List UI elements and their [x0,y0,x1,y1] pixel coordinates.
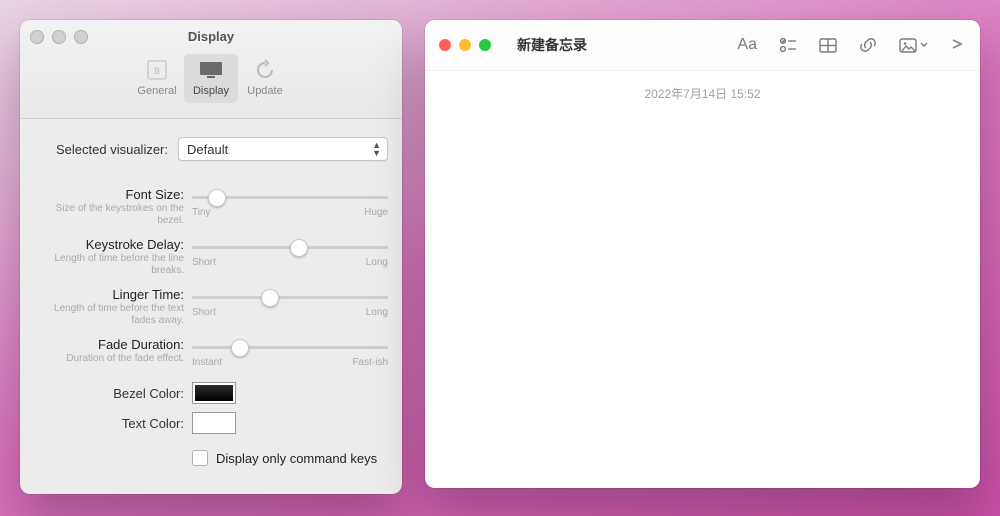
command-keys-label: Display only command keys [216,451,377,466]
text-color-label: Text Color: [34,416,192,431]
update-icon [250,58,280,82]
tab-general[interactable]: B General [130,54,184,103]
visualizer-value: Default [187,142,228,157]
table-icon[interactable] [819,38,837,53]
slider-min: Tiny [192,207,211,218]
slider-icon: B [142,58,172,82]
font-size-slider[interactable] [192,189,388,205]
notes-window: 新建备忘录 Aa 2022年7月14日 15:52 [425,20,980,488]
zoom-icon[interactable] [479,39,491,51]
more-icon[interactable] [948,35,966,58]
prefs-titlebar: Display B General Display Update [20,20,402,119]
checklist-icon[interactable] [779,37,797,53]
note-title: 新建备忘录 [517,35,587,55]
slider-max: Huge [364,207,388,218]
fade-duration-label: Fade Duration: [34,337,184,352]
notes-toolbar: 新建备忘录 Aa [425,20,980,71]
prefs-toolbar: B General Display Update [20,54,402,103]
window-title: Display [20,29,402,44]
note-body[interactable]: 2022年7月14日 15:52 [425,71,980,116]
slider-max: Long [366,257,388,268]
minimize-icon[interactable] [459,39,471,51]
chevron-updown-icon: ▲▼ [372,141,381,157]
tab-display[interactable]: Display [184,54,238,103]
slider-min: Instant [192,357,222,368]
tab-label: Update [247,85,282,97]
slider-min: Short [192,257,216,268]
close-icon[interactable] [439,39,451,51]
font-size-hint: Size of the keystrokes on the bezel. [34,203,184,227]
traffic-lights [439,39,491,51]
linger-time-label: Linger Time: [34,287,184,302]
tab-label: General [137,85,176,97]
tab-label: Display [193,85,229,97]
linger-time-slider[interactable] [192,289,388,305]
prefs-body: Selected visualizer: Default ▲▼ Font Siz… [20,119,402,480]
visualizer-select[interactable]: Default ▲▼ [178,137,388,161]
link-icon[interactable] [859,37,877,53]
display-icon [196,58,226,82]
note-timestamp: 2022年7月14日 15:52 [439,85,966,102]
bezel-color-label: Bezel Color: [34,386,192,401]
chevron-down-icon [920,42,928,48]
keystroke-delay-label: Keystroke Delay: [34,237,184,252]
svg-text:B: B [154,66,160,76]
fade-duration-slider[interactable] [192,339,388,355]
font-size-label: Font Size: [34,187,184,202]
keystroke-delay-hint: Length of time before the line breaks. [34,253,184,277]
visualizer-label: Selected visualizer: [34,142,168,157]
linger-time-hint: Length of time before the text fades awa… [34,303,184,327]
format-icon[interactable]: Aa [737,36,757,54]
fade-duration-hint: Duration of the fade effect. [34,353,184,365]
text-color-swatch[interactable] [192,412,236,434]
display-preferences-window: Display B General Display Update [20,20,402,494]
slider-max: Long [366,307,388,318]
bezel-color-swatch[interactable] [192,382,236,404]
keystroke-delay-slider[interactable] [192,239,388,255]
slider-max: Fast-ish [352,357,388,368]
command-keys-checkbox[interactable] [192,450,208,466]
media-icon[interactable] [899,38,928,53]
tab-update[interactable]: Update [238,54,292,103]
slider-min: Short [192,307,216,318]
